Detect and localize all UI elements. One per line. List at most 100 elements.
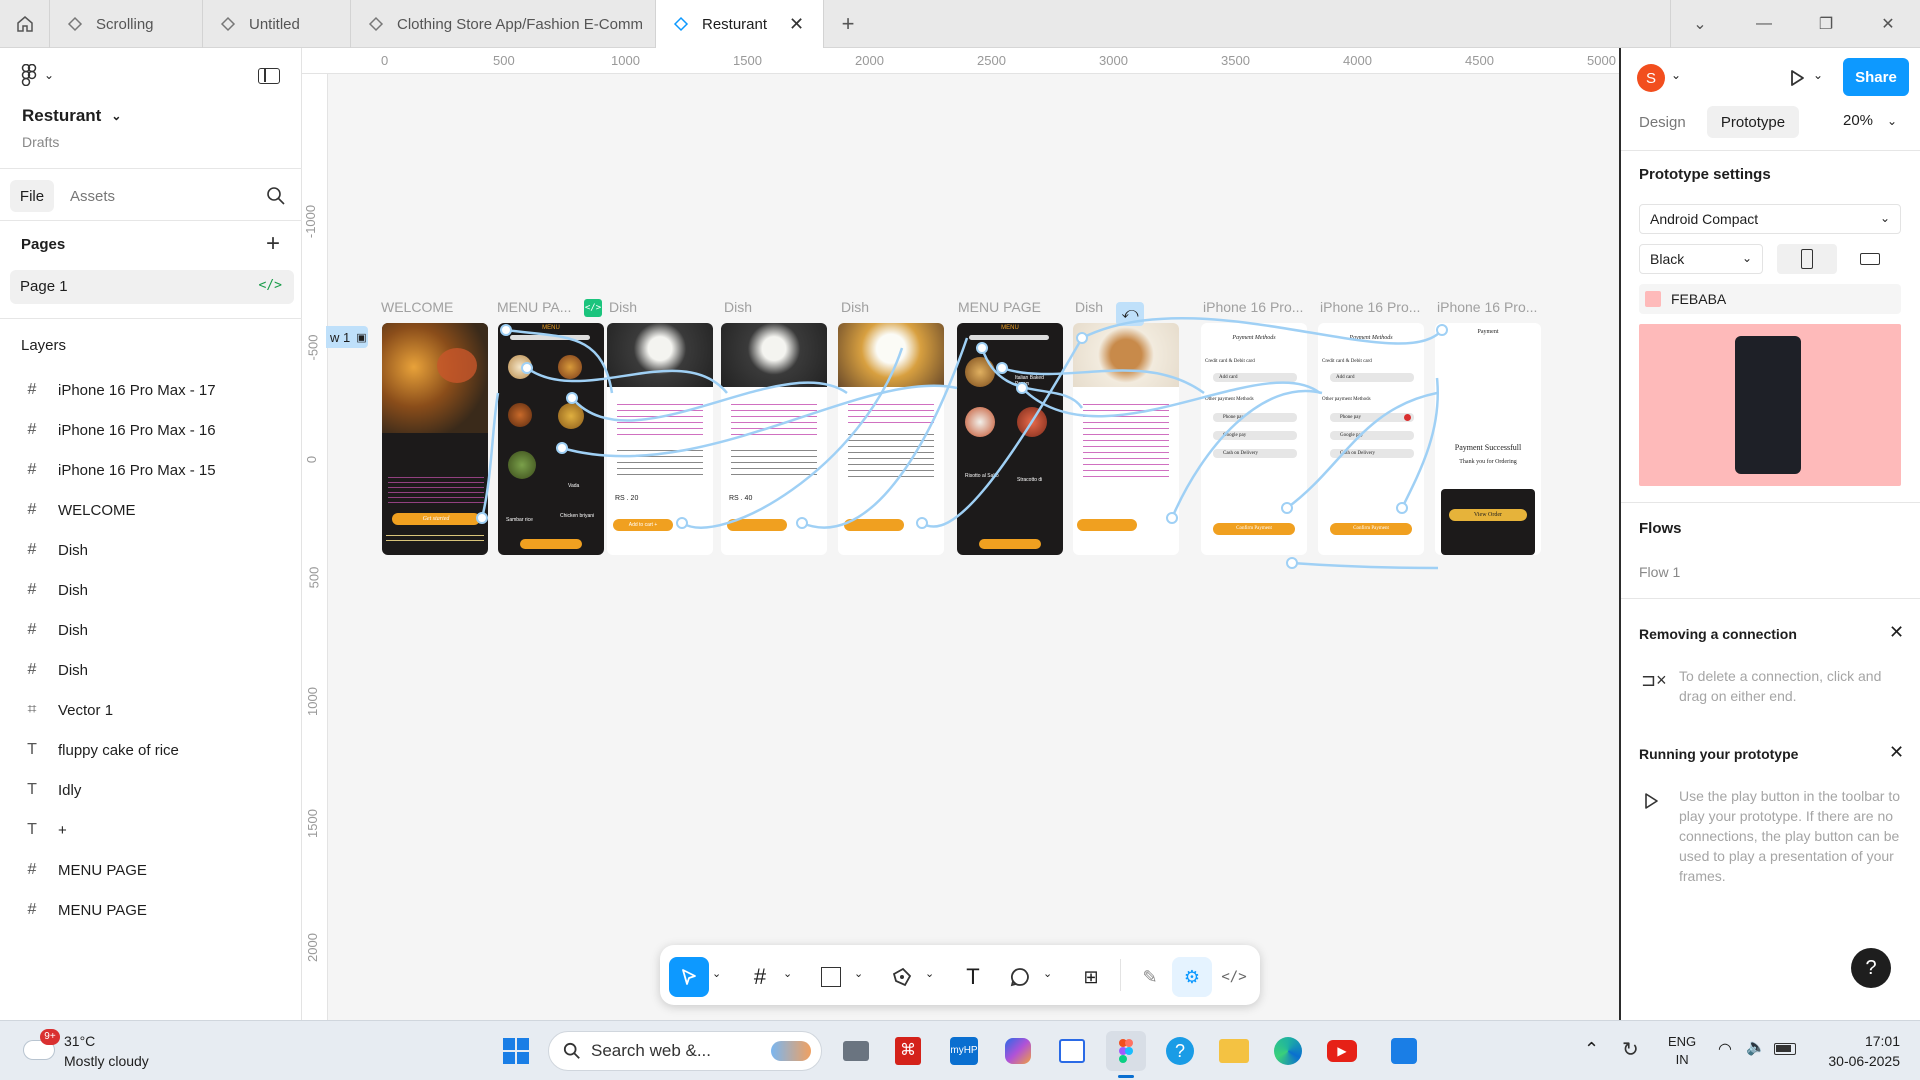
figma-app-icon[interactable] [1106,1031,1146,1071]
portrait-toggle[interactable] [1777,244,1837,274]
properties-panel: S ⌄ ⌄ Share Design Prototype 20% ⌄ Proto… [1619,48,1920,1020]
pen-icon [892,967,912,987]
tab-design[interactable]: Design [1639,114,1686,131]
layer-item[interactable]: # iPhone 16 Pro Max - 16 [0,410,302,450]
volume-icon[interactable]: 🔈 [1746,1037,1766,1057]
model-color-select[interactable]: Black ⌄ [1639,244,1763,274]
chevron-down-icon[interactable]: ⌄ [1671,68,1681,82]
pen-tool[interactable] [882,957,922,997]
myhp-app-icon[interactable]: myHP [944,1031,984,1071]
layer-item[interactable]: # Dish [0,610,302,650]
chevron-down-icon: ⌄ [1741,251,1752,265]
frame-tool[interactable]: # [740,957,780,997]
zoom-dropdown[interactable]: 20% ⌄ [1843,112,1897,129]
weather-widget[interactable]: 9+ 31°C Mostly cloudy [18,1029,168,1073]
text-tool[interactable]: T [953,957,993,997]
wifi-icon[interactable]: ◠ [1718,1039,1732,1059]
new-tab-button[interactable]: + [836,11,860,36]
chevron-down-icon[interactable]: ⌄ [1813,68,1823,82]
taskbar-search[interactable]: Search web &... [548,1031,822,1071]
close-window-button[interactable]: ✕ [1876,12,1900,36]
layer-item[interactable]: T + [0,810,302,850]
design-mode-button[interactable]: ⚙ [1172,957,1212,997]
layer-item[interactable]: # iPhone 16 Pro Max - 15 [0,450,302,490]
play-icon [1645,793,1658,809]
start-button[interactable] [496,1031,536,1071]
chevron-down-icon[interactable]: ⌄ [783,967,792,980]
tab-untitled[interactable]: Untitled [203,0,351,48]
tab-scrolling[interactable]: Scrolling [50,0,203,48]
clock[interactable]: 17:01 30-06-2025 [1814,1031,1900,1071]
battery-icon[interactable] [1774,1043,1796,1055]
flow-item[interactable]: Flow 1 [1639,564,1680,580]
share-button[interactable]: Share [1843,58,1909,96]
page-item-page-1[interactable]: Page 1 </> [10,270,294,304]
layer-item[interactable]: # WELCOME [0,490,302,530]
avatar[interactable]: S [1637,64,1665,92]
tab-clothing-store[interactable]: Clothing Store App/Fashion E-Comm [351,0,656,48]
chevron-down-icon[interactable]: ⌄ [925,967,934,980]
search-icon[interactable] [266,186,286,206]
tab-file[interactable]: File [10,180,54,212]
minimize-button[interactable]: — [1752,12,1776,36]
divider [1621,150,1920,151]
task-view-icon[interactable] [836,1031,876,1071]
layer-item[interactable]: # iPhone 16 Pro Max - 17 [0,370,302,410]
help-button[interactable]: ? [1851,948,1891,988]
copilot-app-icon[interactable] [998,1031,1038,1071]
play-icon[interactable] [1787,68,1807,88]
landscape-toggle[interactable] [1839,244,1901,274]
layer-item[interactable]: # Dish [0,570,302,610]
language-indicator[interactable]: ENG IN [1668,1033,1696,1069]
layer-item[interactable]: T Idly [0,770,302,810]
chevron-down-icon[interactable]: ⌄ [1043,967,1052,980]
background-color-field[interactable]: FEBABA [1639,284,1901,314]
close-icon[interactable]: ✕ [789,14,804,35]
layer-item[interactable]: Tfluppy cake of rice [0,730,302,770]
file-name[interactable]: Resturant ⌄ [22,106,121,126]
help-app-icon[interactable]: ? [1160,1031,1200,1071]
canvas[interactable]: 0 500 1000 1500 2000 2500 3000 3500 4000… [302,48,1619,1020]
store-app-icon[interactable] [1052,1031,1092,1071]
shape-tool[interactable] [811,957,851,997]
restore-button[interactable]: ❐ [1814,12,1838,36]
home-button[interactable] [0,0,50,48]
chevron-down-icon[interactable]: ⌄ [854,967,863,980]
add-page-button[interactable]: + [266,230,280,258]
running-prototype-heading: Running your prototype [1639,746,1799,762]
chevron-up-icon[interactable]: ⌃ [1584,1039,1599,1060]
toggle-sidebar-icon[interactable] [258,68,280,84]
home-icon [16,16,33,32]
main-menu-button[interactable]: ⌄ [20,64,54,86]
chevron-down-icon[interactable]: ⌄ [712,967,721,980]
layer-item[interactable]: # Dish [0,650,302,690]
file-explorer-icon[interactable] [1214,1031,1254,1071]
sync-icon[interactable]: ↻ [1622,1037,1639,1062]
actions-tool[interactable]: ⊞ [1071,957,1111,997]
youtube-app-icon[interactable]: ▶ [1322,1031,1362,1071]
layer-item[interactable]: # Dish [0,530,302,570]
draw-mode-button[interactable]: ✎ [1130,957,1170,997]
edge-browser-icon[interactable] [1268,1031,1308,1071]
layer-item[interactable]: # MENU PAGE [0,890,302,930]
tab-assets[interactable]: Assets [70,188,115,205]
dev-mode-button[interactable]: </> [1214,957,1254,997]
vscode-app-icon[interactable] [1384,1031,1424,1071]
tab-prototype[interactable]: Prototype [1707,106,1799,138]
device-select[interactable]: Android Compact ⌄ [1639,204,1901,234]
move-tool[interactable] [669,957,709,997]
tab-resturant[interactable]: Resturant ✕ [656,0,824,48]
close-icon[interactable]: ✕ [1889,742,1904,763]
title-bar: Scrolling Untitled Clothing Store App/Fa… [0,0,1920,48]
color-hex: FEBABA [1671,291,1727,307]
flows-heading: Flows [1639,520,1682,537]
model-color-value: Black [1650,251,1685,267]
layer-item[interactable]: # MENU PAGE [0,850,302,890]
layer-item[interactable]: ⌗ Vector 1 [0,690,302,730]
pdf-app-icon[interactable]: ⌘ [888,1031,928,1071]
comment-tool[interactable] [1000,957,1040,997]
disconnect-icon: ⊐× [1641,670,1667,690]
search-placeholder: Search web &... [591,1041,712,1060]
chevron-down-icon[interactable]: ⌄ [1688,12,1712,36]
close-icon[interactable]: ✕ [1889,622,1904,643]
